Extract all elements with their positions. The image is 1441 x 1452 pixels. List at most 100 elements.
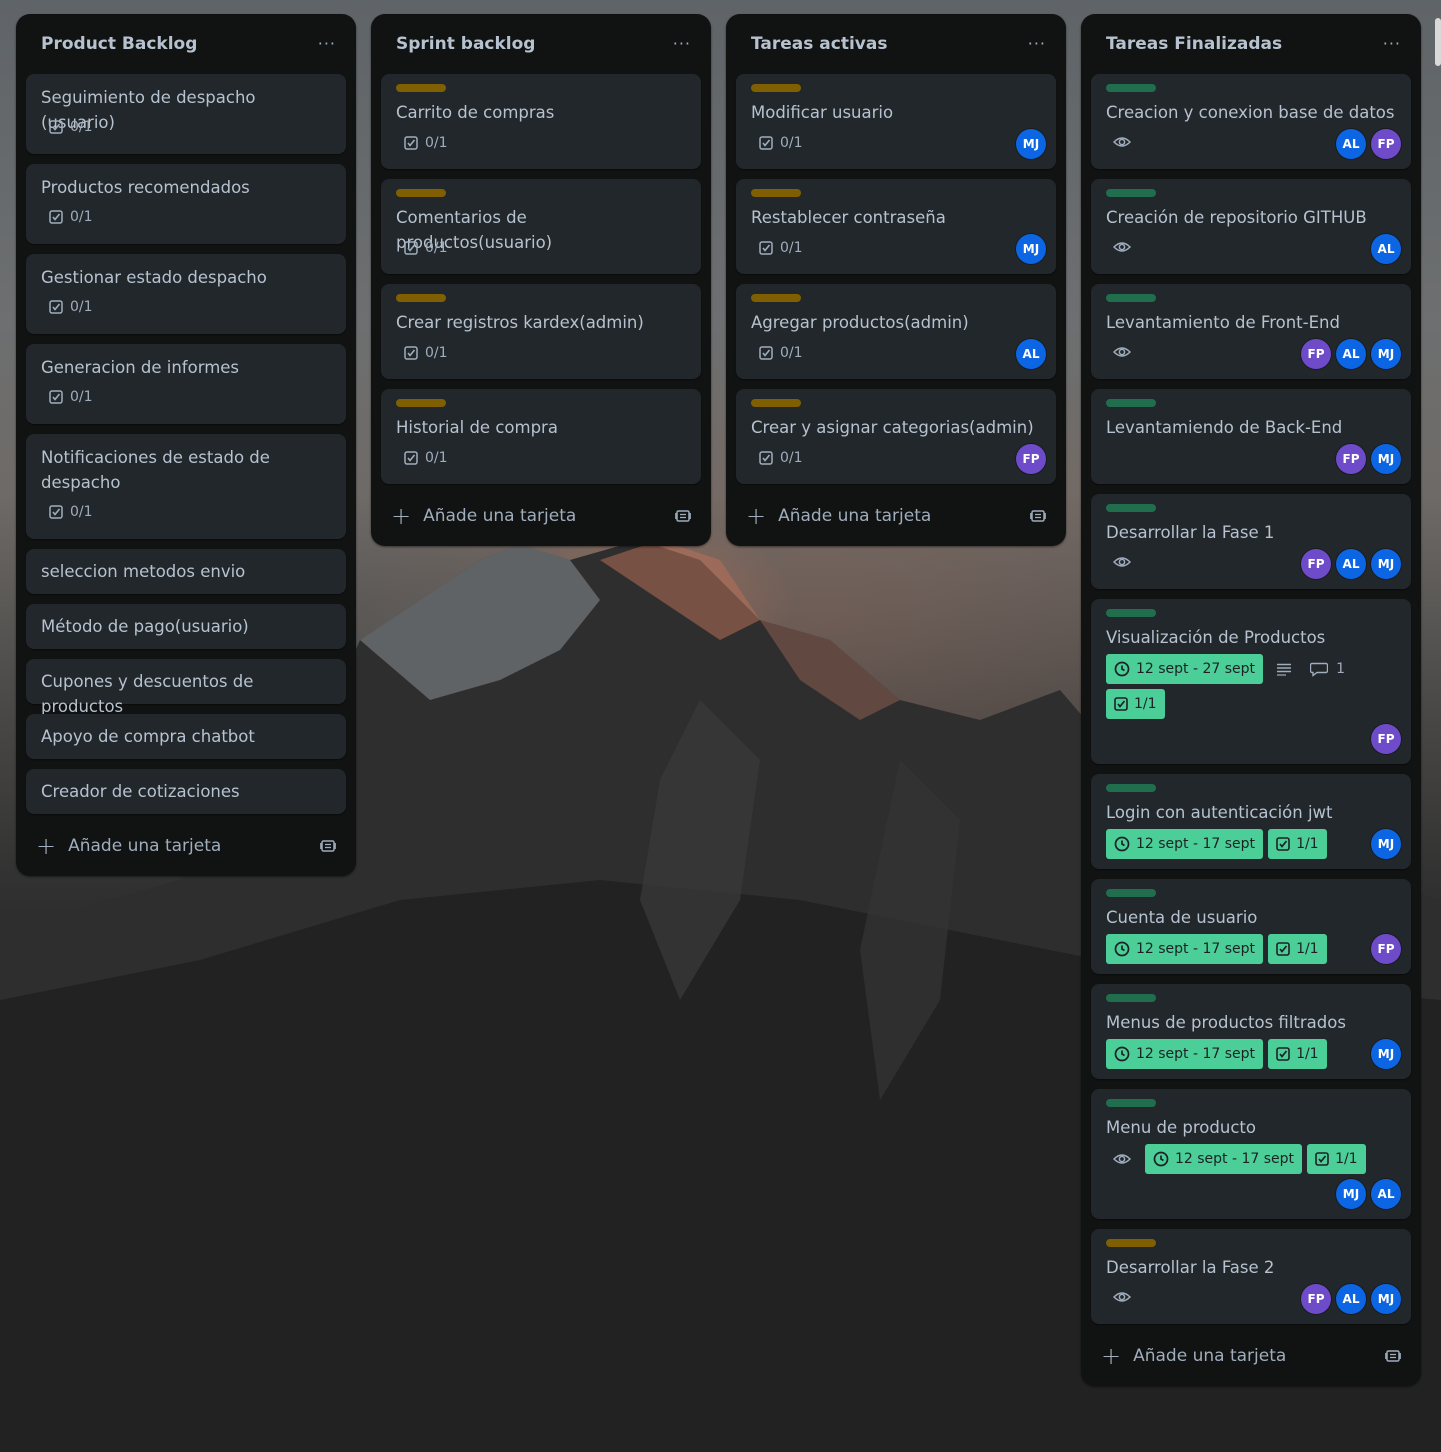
card[interactable]: Apoyo de compra chatbot xyxy=(26,714,346,759)
card[interactable]: Levantamiento de Front-End FP AL MJ xyxy=(1091,284,1411,379)
due-date-badge[interactable]: 12 sept - 17 sept xyxy=(1145,1144,1303,1174)
avatar[interactable]: AL xyxy=(1336,339,1366,369)
card[interactable]: Desarrollar la Fase 2 FP AL MJ xyxy=(1091,1229,1411,1324)
card-label[interactable] xyxy=(751,294,801,302)
card[interactable]: Carrito de compras 0/1 xyxy=(381,74,701,169)
due-date-badge[interactable]: 12 sept - 17 sept xyxy=(1106,829,1264,859)
card-label[interactable] xyxy=(1106,889,1156,897)
card[interactable]: Creación de repositorio GITHUB AL xyxy=(1091,179,1411,274)
card[interactable]: Seguimiento de despacho (usuario) 0/1 xyxy=(26,74,346,154)
avatar[interactable]: FP xyxy=(1371,129,1401,159)
avatar[interactable]: FP xyxy=(1371,934,1401,964)
list-menu-button[interactable]: ··· xyxy=(1028,34,1046,53)
list-menu-button[interactable]: ··· xyxy=(318,34,336,53)
list-title[interactable]: Product Backlog xyxy=(41,34,197,54)
card[interactable]: Historial de compra 0/1 xyxy=(381,389,701,484)
avatar[interactable]: MJ xyxy=(1371,829,1401,859)
due-date-badge[interactable]: 12 sept - 17 sept xyxy=(1106,934,1264,964)
avatar[interactable]: AL xyxy=(1336,129,1366,159)
card[interactable]: Modificar usuario 0/1 MJ xyxy=(736,74,1056,169)
avatar[interactable]: MJ xyxy=(1371,444,1401,474)
avatar[interactable]: AL xyxy=(1371,234,1401,264)
avatar[interactable]: MJ xyxy=(1371,549,1401,579)
card[interactable]: Generacion de informes 0/1 xyxy=(26,344,346,424)
card[interactable]: Menus de productos filtrados 12 sept - 1… xyxy=(1091,984,1411,1079)
avatar[interactable]: FP xyxy=(1301,339,1331,369)
card-label[interactable] xyxy=(751,84,801,92)
avatar[interactable]: MJ xyxy=(1016,234,1046,264)
card-badges: 0/1 xyxy=(49,504,93,520)
card[interactable]: Login con autenticación jwt 12 sept - 17… xyxy=(1091,774,1411,869)
card-label[interactable] xyxy=(751,399,801,407)
card[interactable]: seleccion metodos envio xyxy=(26,549,346,594)
card[interactable]: Crear y asignar categorias(admin) 0/1 FP xyxy=(736,389,1056,484)
card-label[interactable] xyxy=(1106,399,1156,407)
template-icon[interactable] xyxy=(675,508,691,524)
card-label[interactable] xyxy=(1106,504,1156,512)
list-title[interactable]: Tareas activas xyxy=(751,34,887,54)
card-label[interactable] xyxy=(396,294,446,302)
card-label[interactable] xyxy=(1106,1099,1156,1107)
card-label[interactable] xyxy=(751,189,801,197)
avatar[interactable]: MJ xyxy=(1371,1284,1401,1314)
card[interactable]: Cuenta de usuario 12 sept - 17 sept 1/1 … xyxy=(1091,879,1411,974)
avatar[interactable]: FP xyxy=(1336,444,1366,474)
card-label[interactable] xyxy=(1106,189,1156,197)
list-menu-button[interactable]: ··· xyxy=(1383,34,1401,53)
card[interactable]: Creador de cotizaciones xyxy=(26,769,346,814)
avatar[interactable]: AL xyxy=(1016,339,1046,369)
avatar[interactable]: MJ xyxy=(1371,1039,1401,1069)
add-card-button[interactable]: + Añade una tarjeta xyxy=(36,834,221,858)
card[interactable]: Visualización de Productos 12 sept - 27 … xyxy=(1091,599,1411,764)
avatar[interactable]: FP xyxy=(1371,724,1401,754)
checklist-icon xyxy=(1276,837,1290,851)
template-icon[interactable] xyxy=(1030,508,1046,524)
card-label[interactable] xyxy=(1106,784,1156,792)
card-label[interactable] xyxy=(396,399,446,407)
card[interactable]: Desarrollar la Fase 1 FP AL MJ xyxy=(1091,494,1411,589)
avatar[interactable]: FP xyxy=(1301,1284,1331,1314)
card-badges: 12 sept - 17 sept 1/1 xyxy=(1113,1144,1371,1174)
due-date-badge[interactable]: 12 sept - 27 sept xyxy=(1106,654,1264,684)
template-icon[interactable] xyxy=(1385,1348,1401,1364)
list-menu-button[interactable]: ··· xyxy=(673,34,691,53)
add-card-button[interactable]: + Añade una tarjeta xyxy=(391,504,576,528)
card-label[interactable] xyxy=(396,189,446,197)
avatar[interactable]: AL xyxy=(1371,1179,1401,1209)
card-label[interactable] xyxy=(1106,84,1156,92)
avatar[interactable]: FP xyxy=(1301,549,1331,579)
avatar[interactable]: AL xyxy=(1336,549,1366,579)
avatar[interactable]: MJ xyxy=(1336,1179,1366,1209)
eye-icon xyxy=(1113,1290,1131,1304)
card[interactable]: Método de pago(usuario) xyxy=(26,604,346,649)
card[interactable]: Creacion y conexion base de datos AL FP xyxy=(1091,74,1411,169)
card-label[interactable] xyxy=(1106,294,1156,302)
avatar[interactable]: AL xyxy=(1336,1284,1366,1314)
card[interactable]: Restablecer contraseña 0/1 MJ xyxy=(736,179,1056,274)
card[interactable]: Agregar productos(admin) 0/1 AL xyxy=(736,284,1056,379)
card[interactable]: Notificaciones de estado de despacho 0/1 xyxy=(26,434,346,539)
card-label[interactable] xyxy=(396,84,446,92)
card[interactable]: Gestionar estado despacho 0/1 xyxy=(26,254,346,334)
card[interactable]: Cupones y descuentos de productos xyxy=(26,659,346,716)
list-title[interactable]: Tareas Finalizadas xyxy=(1106,34,1282,54)
card[interactable]: Comentarios de productos(usuario) 0/1 xyxy=(381,179,701,274)
card-label[interactable] xyxy=(1106,609,1156,617)
checklist-count: 0/1 xyxy=(780,345,803,361)
due-date-badge[interactable]: 12 sept - 17 sept xyxy=(1106,1039,1264,1069)
checklist-icon xyxy=(759,136,773,150)
card[interactable]: Menu de producto 12 sept - 17 sept 1/1 M… xyxy=(1091,1089,1411,1219)
card[interactable]: Productos recomendados 0/1 xyxy=(26,164,346,244)
card-badges: 0/1 xyxy=(759,135,803,151)
avatar[interactable]: FP xyxy=(1016,444,1046,474)
card-label[interactable] xyxy=(1106,994,1156,1002)
template-icon[interactable] xyxy=(320,838,336,854)
avatar[interactable]: MJ xyxy=(1371,339,1401,369)
avatar[interactable]: MJ xyxy=(1016,129,1046,159)
card-label[interactable] xyxy=(1106,1239,1156,1247)
list-title[interactable]: Sprint backlog xyxy=(396,34,535,54)
card[interactable]: Crear registros kardex(admin) 0/1 xyxy=(381,284,701,379)
card[interactable]: Levantamiendo de Back-End FP MJ xyxy=(1091,389,1411,484)
add-card-button[interactable]: + Añade una tarjeta xyxy=(746,504,931,528)
add-card-button[interactable]: + Añade una tarjeta xyxy=(1101,1344,1286,1368)
